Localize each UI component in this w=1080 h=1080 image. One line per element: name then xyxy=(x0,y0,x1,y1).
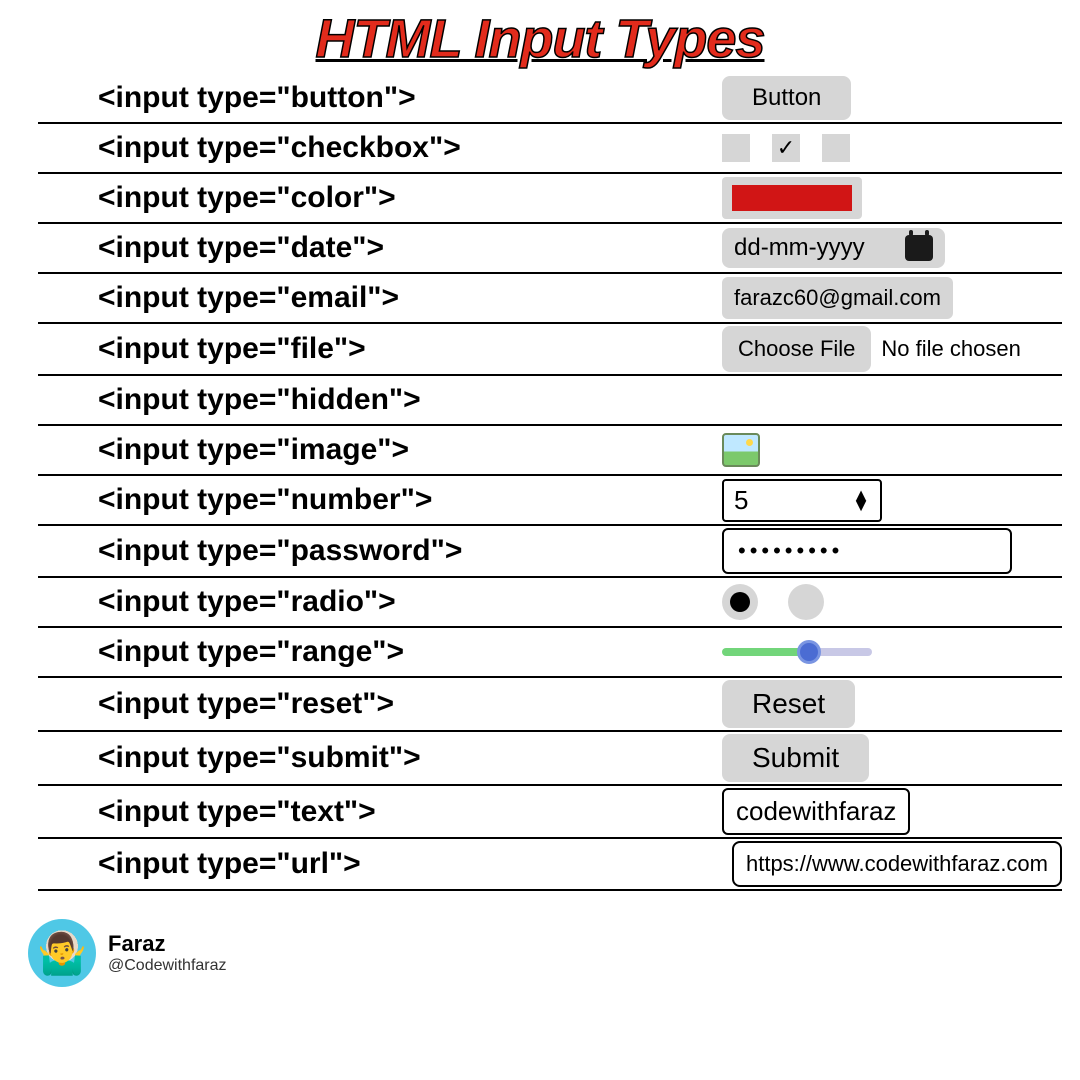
date-placeholder: dd-mm-yyyy xyxy=(734,234,865,262)
number-value: 5 xyxy=(734,485,748,516)
image-input-icon[interactable] xyxy=(722,433,760,467)
color-input[interactable] xyxy=(722,177,862,219)
code-label: <input type="date"> xyxy=(38,231,722,265)
code-label: <input type="text"> xyxy=(38,795,722,829)
radio-2[interactable] xyxy=(788,584,824,620)
number-spinner[interactable]: ▲ ▼ xyxy=(852,490,870,510)
code-label: <input type="submit"> xyxy=(38,741,722,775)
page-title: HTML Input Types xyxy=(0,0,1080,74)
code-label: <input type="email"> xyxy=(38,281,722,315)
reset-button[interactable]: Reset xyxy=(722,680,855,728)
input-type-list: <input type="button"> Button <input type… xyxy=(0,74,1080,891)
code-label: <input type="file"> xyxy=(38,332,722,366)
row-hidden: <input type="hidden"> xyxy=(38,376,1062,426)
row-radio: <input type="radio"> xyxy=(38,578,1062,628)
row-password: <input type="password"> ••••••••• xyxy=(38,526,1062,578)
color-swatch xyxy=(732,185,852,211)
password-input[interactable]: ••••••••• xyxy=(722,528,1012,574)
choose-file-button[interactable]: Choose File xyxy=(722,326,871,372)
code-label: <input type="range"> xyxy=(38,635,722,669)
row-number: <input type="number"> 5 ▲ ▼ xyxy=(38,476,1062,526)
code-label: <input type="button"> xyxy=(38,81,722,115)
url-input[interactable]: https://www.codewithfaraz.com xyxy=(732,841,1062,887)
checkbox-2[interactable]: ✓ xyxy=(772,134,800,162)
row-submit: <input type="submit"> Submit xyxy=(38,732,1062,786)
code-label: <input type="hidden"> xyxy=(38,383,722,417)
checkbox-3[interactable] xyxy=(822,134,850,162)
row-range: <input type="range"> xyxy=(38,628,1062,678)
range-thumb[interactable] xyxy=(797,640,821,664)
button-demo[interactable]: Button xyxy=(722,76,851,120)
row-email: <input type="email"> farazc60@gmail.com xyxy=(38,274,1062,324)
row-url: <input type="url"> https://www.codewithf… xyxy=(38,839,1062,891)
calendar-icon[interactable] xyxy=(905,235,933,261)
code-label: <input type="color"> xyxy=(38,181,722,215)
author-name: Faraz xyxy=(108,931,227,957)
avatar xyxy=(28,919,96,987)
number-input[interactable]: 5 ▲ ▼ xyxy=(722,479,882,522)
row-date: <input type="date"> dd-mm-yyyy xyxy=(38,224,1062,274)
range-input[interactable] xyxy=(722,648,872,656)
row-button: <input type="button"> Button xyxy=(38,74,1062,124)
code-label: <input type="checkbox"> xyxy=(38,131,722,165)
author-footer: Faraz @Codewithfaraz xyxy=(0,891,1080,987)
spinner-down-icon[interactable]: ▼ xyxy=(852,500,870,510)
row-image: <input type="image"> xyxy=(38,426,1062,476)
row-checkbox: <input type="checkbox"> ✓ xyxy=(38,124,1062,174)
row-reset: <input type="reset"> Reset xyxy=(38,678,1062,732)
author-handle: @Codewithfaraz xyxy=(108,957,227,975)
code-label: <input type="url"> xyxy=(38,847,722,881)
radio-1[interactable] xyxy=(722,584,758,620)
code-label: <input type="reset"> xyxy=(38,687,722,721)
email-input[interactable]: farazc60@gmail.com xyxy=(722,277,953,319)
submit-button[interactable]: Submit xyxy=(722,734,869,782)
date-input[interactable]: dd-mm-yyyy xyxy=(722,228,945,268)
row-color: <input type="color"> xyxy=(38,174,1062,224)
file-status: No file chosen xyxy=(881,336,1020,362)
row-file: <input type="file"> Choose File No file … xyxy=(38,324,1062,376)
checkbox-1[interactable] xyxy=(722,134,750,162)
code-label: <input type="image"> xyxy=(38,433,722,467)
code-label: <input type="radio"> xyxy=(38,585,722,619)
code-label: <input type="number"> xyxy=(38,483,722,517)
code-label: <input type="password"> xyxy=(38,534,722,568)
row-text: <input type="text"> codewithfaraz xyxy=(38,786,1062,839)
text-input[interactable]: codewithfaraz xyxy=(722,788,910,835)
